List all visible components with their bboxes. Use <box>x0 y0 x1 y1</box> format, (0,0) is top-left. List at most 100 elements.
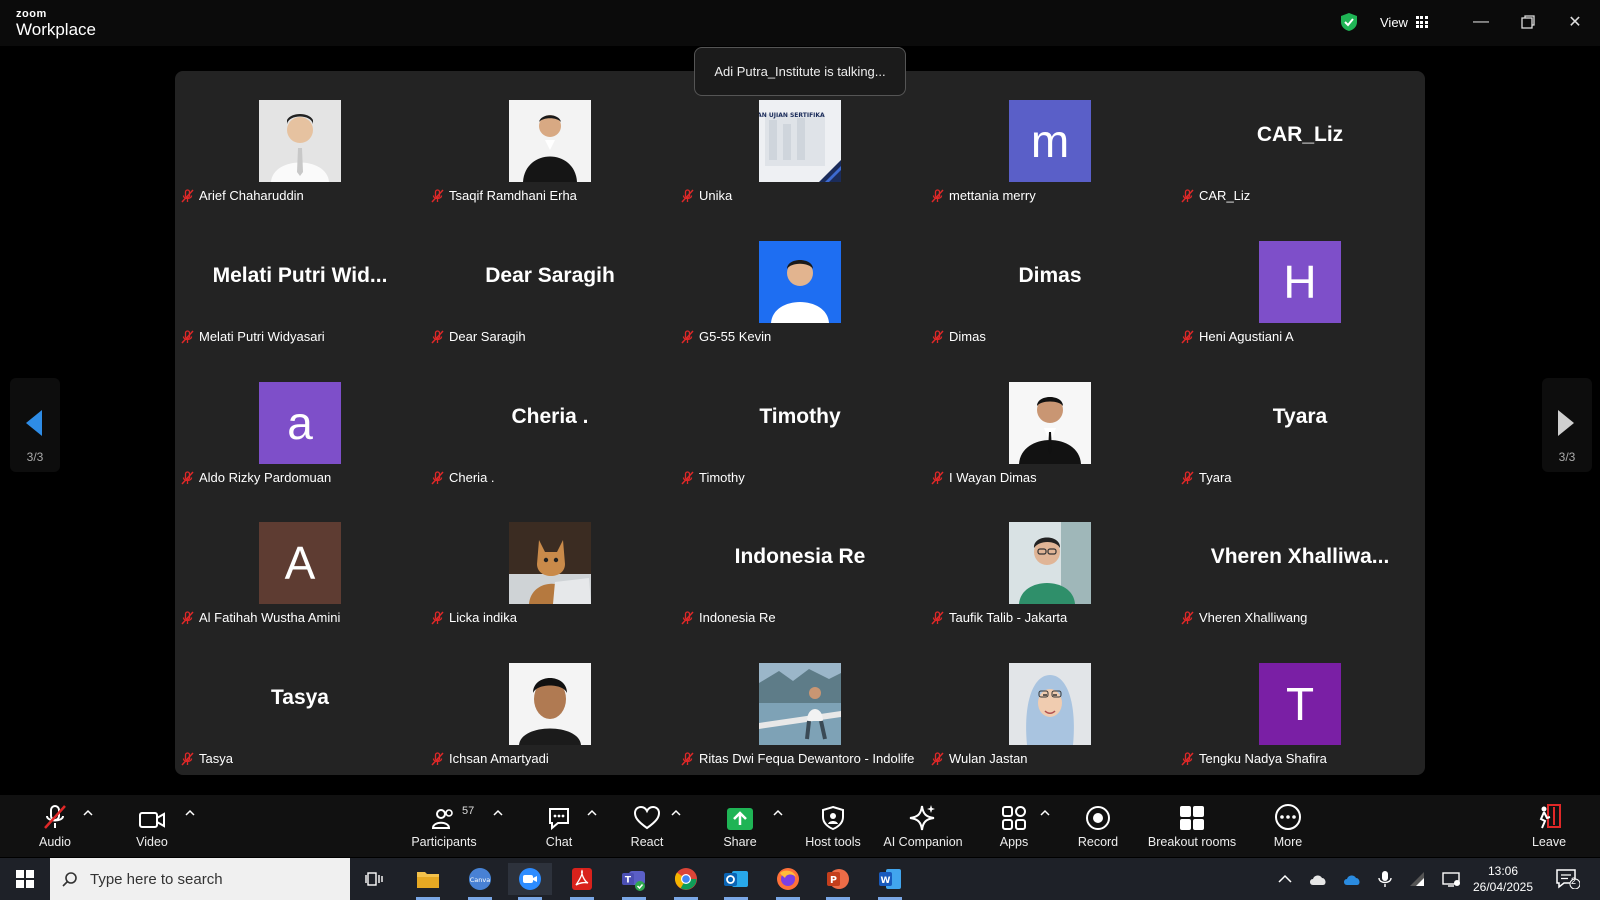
participant-nameplate: G5-55 Kevin <box>681 329 771 344</box>
participant-tile[interactable]: a Aldo Rizky Pardomuan <box>175 353 425 493</box>
participant-tile[interactable]: I Wayan Dimas <box>925 353 1175 493</box>
breakout-rooms-button[interactable]: Breakout rooms <box>1146 801 1238 849</box>
participant-tile[interactable]: G5-55 Kevin <box>675 212 925 352</box>
participant-tile[interactable]: Taufik Talib - Jakarta <box>925 493 1175 633</box>
windows-taskbar: Type here to search Canva T P W 13:06 26… <box>0 858 1600 900</box>
muted-microphone-icon <box>1181 329 1194 344</box>
host-tools-button[interactable]: Host tools <box>803 801 863 849</box>
acrobat-icon[interactable] <box>560 863 604 900</box>
participant-name: I Wayan Dimas <box>949 470 1037 485</box>
canva-icon[interactable]: Canva <box>458 863 502 900</box>
muted-microphone-icon <box>181 470 194 485</box>
participant-display-name: Dear Saragih <box>485 264 615 287</box>
participant-tile[interactable]: Licka indika <box>425 493 675 633</box>
participant-tile[interactable]: Arief Chaharuddin <box>175 71 425 211</box>
next-page-button[interactable]: 3/3 <box>1542 378 1592 472</box>
clock-time: 13:06 <box>1487 864 1519 878</box>
host-shield-icon <box>822 805 844 831</box>
muted-microphone-icon <box>1181 188 1194 203</box>
previous-page-button[interactable]: 3/3 <box>10 378 60 472</box>
participant-avatar-letter: A <box>259 522 341 604</box>
participant-tile[interactable]: Dear Saragih Dear Saragih <box>425 212 675 352</box>
cloud-icon[interactable] <box>1308 870 1328 888</box>
tray-microphone-icon[interactable] <box>1376 870 1394 888</box>
taskbar-clock[interactable]: 13:06 26/04/2025 <box>1466 863 1540 895</box>
view-button[interactable]: View <box>1380 12 1428 32</box>
show-hidden-icons-chevron-icon[interactable] <box>1276 870 1294 888</box>
audio-button[interactable]: Audio <box>34 801 76 849</box>
muted-microphone-icon <box>1181 470 1194 485</box>
task-view-icon[interactable] <box>352 863 396 895</box>
video-button[interactable]: Video <box>128 801 176 849</box>
participant-photo <box>1009 382 1091 464</box>
participant-tile[interactable]: Cheria . Cheria . <box>425 353 675 493</box>
participant-tile[interactable]: H Heni Agustiani A <box>1175 212 1425 352</box>
chrome-icon[interactable] <box>664 863 708 900</box>
teams-icon[interactable]: T <box>612 863 656 900</box>
participant-name: Heni Agustiani A <box>1199 329 1294 344</box>
leave-button[interactable]: Leave <box>1528 801 1570 849</box>
react-button[interactable]: React <box>627 801 667 849</box>
share-button[interactable]: Share <box>719 801 761 849</box>
participant-nameplate: Arief Chaharuddin <box>181 188 304 203</box>
encryption-shield-icon[interactable] <box>1340 12 1358 32</box>
participant-tile[interactable]: Ichsan Amartyadi <box>425 634 675 774</box>
participant-display-name: Timothy <box>759 405 841 428</box>
participant-name: Cheria . <box>449 470 495 485</box>
share-options-chevron-icon[interactable] <box>773 809 783 817</box>
windows-start-icon[interactable] <box>16 870 34 888</box>
participant-tile[interactable]: Indonesia Re Indonesia Re <box>675 493 925 633</box>
participant-photo <box>259 100 341 182</box>
wifi-icon[interactable] <box>1408 870 1426 888</box>
participant-photo <box>509 663 591 745</box>
close-icon[interactable]: ✕ <box>1564 11 1586 33</box>
muted-microphone-icon <box>931 470 944 485</box>
participant-tile[interactable]: Tyara Tyara <box>1175 353 1425 493</box>
ai-companion-button[interactable]: AI Companion <box>882 801 964 849</box>
muted-microphone-icon <box>181 329 194 344</box>
participant-name: mettania merry <box>949 188 1036 203</box>
participant-tile[interactable]: Tsaqif Ramdhani Erha <box>425 71 675 211</box>
participant-tile[interactable]: A Al Fatihah Wustha Amini <box>175 493 425 633</box>
onedrive-icon[interactable] <box>1342 870 1362 888</box>
participant-tile[interactable]: Dimas Dimas <box>925 212 1175 352</box>
react-options-chevron-icon[interactable] <box>671 809 681 817</box>
firefox-icon[interactable] <box>766 863 810 900</box>
more-button[interactable]: More <box>1268 801 1308 849</box>
participant-tile[interactable]: CAR_Liz CAR_Liz <box>1175 71 1425 211</box>
participant-display-name: Tyara <box>1272 405 1328 428</box>
taskbar-search-box[interactable]: Type here to search <box>50 858 350 900</box>
word-icon[interactable]: W <box>868 863 912 900</box>
display-icon[interactable] <box>1442 870 1462 888</box>
file-explorer-icon[interactable] <box>406 863 450 900</box>
participant-name: Arief Chaharuddin <box>199 188 304 203</box>
participants-options-chevron-icon[interactable] <box>493 809 503 817</box>
participant-name: Timothy <box>699 470 745 485</box>
record-button[interactable]: Record <box>1076 801 1120 849</box>
participant-tile[interactable]: T Tengku Nadya Shafira <box>1175 634 1425 774</box>
outlook-icon[interactable] <box>714 863 758 900</box>
participant-tile[interactable]: Wulan Jastan <box>925 634 1175 774</box>
participant-photo: LAN UJIAN SERTIFIKA <box>759 100 841 182</box>
apps-button[interactable]: Apps <box>996 801 1032 849</box>
chat-button[interactable]: Chat <box>539 801 579 849</box>
share-screen-icon <box>727 808 753 830</box>
participant-tile[interactable]: Timothy Timothy <box>675 353 925 493</box>
restore-icon[interactable] <box>1517 11 1539 33</box>
minimize-icon[interactable]: — <box>1470 11 1492 33</box>
audio-options-chevron-icon[interactable] <box>83 809 93 817</box>
participant-name: Ichsan Amartyadi <box>449 751 549 766</box>
apps-options-chevron-icon[interactable] <box>1040 809 1050 817</box>
participant-tile[interactable]: m mettania merry <box>925 71 1175 211</box>
zoom-app-icon[interactable] <box>508 863 552 900</box>
muted-microphone-icon <box>431 751 444 766</box>
video-options-chevron-icon[interactable] <box>185 809 195 817</box>
chat-options-chevron-icon[interactable] <box>587 809 597 817</box>
participant-tile[interactable]: Tasya Tasya <box>175 634 425 774</box>
svg-text:T: T <box>625 876 632 886</box>
notification-center-icon[interactable]: 2 <box>1556 869 1581 890</box>
powerpoint-icon[interactable]: P <box>816 863 860 900</box>
participant-tile[interactable]: Melati Putri Wid... Melati Putri Widyasar… <box>175 212 425 352</box>
participant-tile[interactable]: Ritas Dwi Fequa Dewantoro - Indolife <box>675 634 925 774</box>
participant-tile[interactable]: Vheren Xhalliwa... Vheren Xhalliwang <box>1175 493 1425 633</box>
